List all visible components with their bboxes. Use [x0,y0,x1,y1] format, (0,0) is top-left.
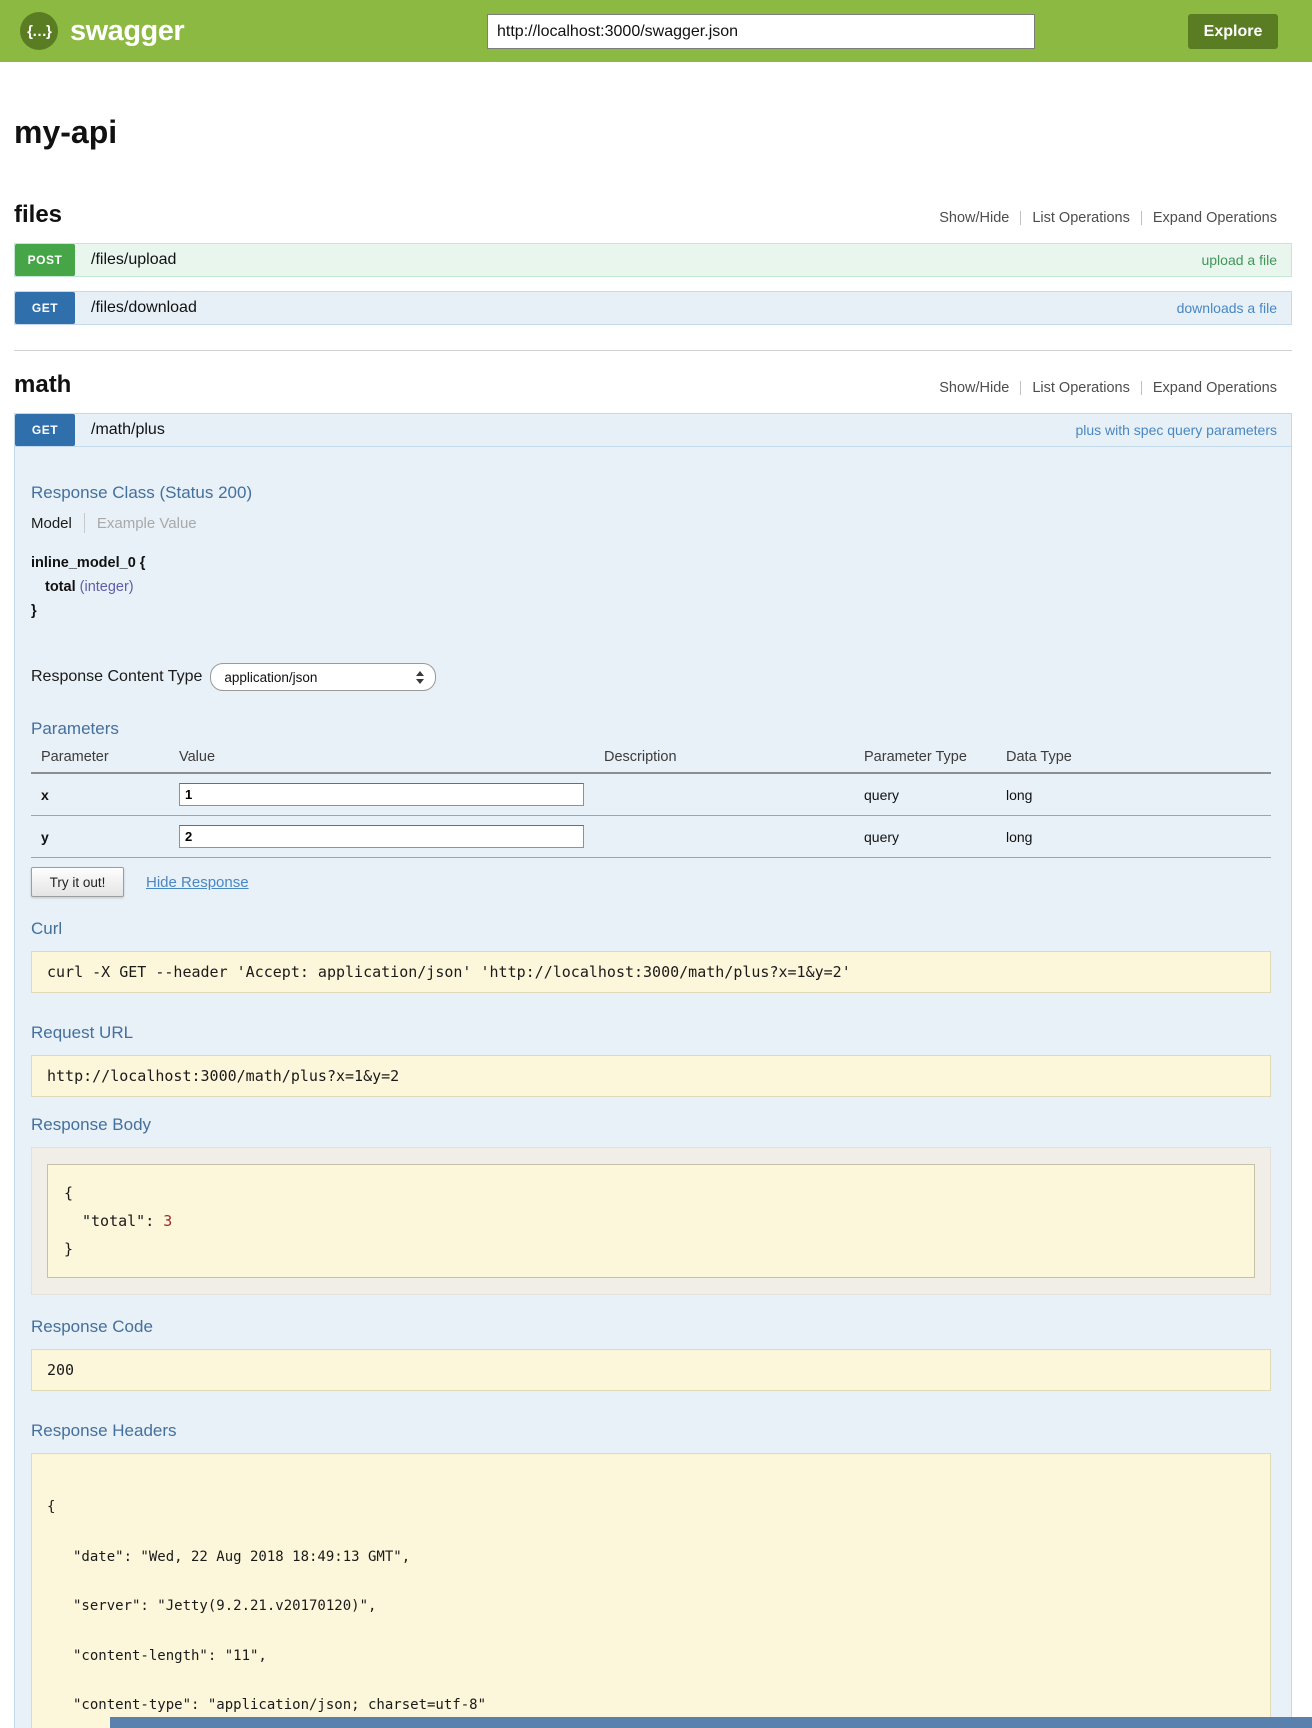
method-badge-get: GET [15,292,75,324]
parameters-table: Parameter Value Description Parameter Ty… [31,748,1271,858]
operation-path[interactable]: /files/upload [91,251,176,269]
math-section-header: math Show/Hide List Operations Expand Op… [14,371,1277,399]
parameters-title: Parameters [31,719,1271,739]
response-body-wrapper: { "total": 3 } [31,1147,1271,1295]
operation-summary[interactable]: plus with spec query parameters [1075,422,1277,438]
json-open-brace: { [64,1179,1238,1207]
select-arrows-icon [416,671,424,684]
tab-model[interactable]: Model [31,515,72,532]
col-description: Description [604,749,864,765]
list-operations-link[interactable]: List Operations [1032,210,1130,226]
operation-row-files-upload[interactable]: POST /files/upload upload a file [14,243,1292,277]
parameter-name: x [41,787,179,803]
headers-line: { [47,1499,1255,1516]
response-body-title: Response Body [31,1115,1271,1135]
response-body-json: { "total": 3 } [47,1164,1255,1278]
headers-line: "date": "Wed, 22 Aug 2018 18:49:13 GMT", [47,1549,1255,1566]
json-value: 3 [163,1212,172,1230]
json-close-brace: } [64,1235,1238,1263]
brand-title: swagger [70,15,184,48]
app-header: {…} swagger Explore [0,0,1312,62]
operation-row-math-plus-get[interactable]: GET /math/plus plus with spec query para… [14,413,1292,447]
request-url-value: http://localhost:3000/math/plus?x=1&y=2 [31,1055,1271,1097]
show-hide-link[interactable]: Show/Hide [939,380,1009,396]
headers-line: "content-length": "11", [47,1648,1255,1665]
footer-bar [110,1717,1312,1728]
col-value: Value [179,749,604,765]
json-key: "total": [82,1212,154,1230]
selected-content-type: application/json [224,670,317,685]
parameters-table-header: Parameter Value Description Parameter Ty… [31,748,1271,774]
col-data-type: Data Type [1006,749,1271,765]
method-badge-post: POST [15,244,75,276]
headers-line: "server": "Jetty(9.2.21.v20170120)", [47,1598,1255,1615]
parameter-data-type: long [1006,829,1271,845]
section-divider [14,350,1292,351]
response-code-value: 200 [31,1349,1271,1391]
property-name: total [45,579,76,595]
curl-title: Curl [31,919,1271,939]
response-content-type-select[interactable]: application/json [210,663,436,691]
divider [1020,211,1021,225]
files-section-controls: Show/Hide List Operations Expand Operati… [939,210,1277,226]
property-type: (integer) [80,579,134,595]
operation-detail-panel: Response Class (Status 200) Model Exampl… [14,447,1292,1728]
response-content-type-label: Response Content Type [31,668,202,686]
method-badge-get: GET [15,414,75,446]
math-section-controls: Show/Hide List Operations Expand Operati… [939,380,1277,396]
divider [1020,381,1021,395]
parameter-row-x: x query long [31,774,1271,816]
operation-summary[interactable]: upload a file [1201,252,1277,268]
col-parameter-type: Parameter Type [864,749,1006,765]
model-signature: inline_model_0 { total (integer) } [31,551,1271,623]
spec-url-input[interactable] [487,14,1035,49]
response-content-type-row: Response Content Type application/json [31,663,1271,691]
tab-example-value[interactable]: Example Value [97,515,197,532]
try-it-out-button[interactable]: Try it out! [31,867,124,897]
model-property: total (integer) [31,575,1271,599]
files-section-title: files [14,201,62,229]
try-row: Try it out! Hide Response [31,867,1271,897]
operation-summary[interactable]: downloads a file [1177,300,1277,316]
operation-path[interactable]: /files/download [91,299,197,317]
explore-button[interactable]: Explore [1188,14,1278,49]
parameter-type: query [864,829,1006,845]
list-operations-link[interactable]: List Operations [1032,380,1130,396]
model-tabs: Model Example Value [31,513,1271,533]
request-url-title: Request URL [31,1023,1271,1043]
math-section-title: math [14,371,71,399]
parameter-y-input[interactable] [179,825,584,848]
response-class-title: Response Class (Status 200) [31,483,1271,503]
logo-glyph: {…} [27,23,51,40]
files-section-header: files Show/Hide List Operations Expand O… [14,201,1277,229]
hide-response-link[interactable]: Hide Response [146,874,249,891]
parameter-name: y [41,829,179,845]
curl-command: curl -X GET --header 'Accept: applicatio… [31,951,1271,993]
parameter-type: query [864,787,1006,803]
divider [84,513,85,533]
headers-line: "content-type": "application/json; chars… [47,1697,1255,1714]
parameter-x-input[interactable] [179,783,584,806]
response-headers-title: Response Headers [31,1421,1271,1441]
expand-operations-link[interactable]: Expand Operations [1153,210,1277,226]
show-hide-link[interactable]: Show/Hide [939,210,1009,226]
response-code-title: Response Code [31,1317,1271,1337]
expand-operations-link[interactable]: Expand Operations [1153,380,1277,396]
json-total-line: "total": 3 [64,1207,1238,1235]
operation-row-files-download[interactable]: GET /files/download downloads a file [14,291,1292,325]
parameter-data-type: long [1006,787,1271,803]
operation-path[interactable]: /math/plus [91,421,165,439]
col-parameter: Parameter [41,749,179,765]
swagger-logo-icon: {…} [20,12,58,50]
model-close: } [31,599,1271,623]
response-headers-json: { "date": "Wed, 22 Aug 2018 18:49:13 GMT… [31,1453,1271,1728]
divider [1141,211,1142,225]
parameter-row-y: y query long [31,816,1271,858]
model-open: inline_model_0 { [31,551,1271,575]
divider [1141,381,1142,395]
page-title: my-api [14,114,1312,151]
